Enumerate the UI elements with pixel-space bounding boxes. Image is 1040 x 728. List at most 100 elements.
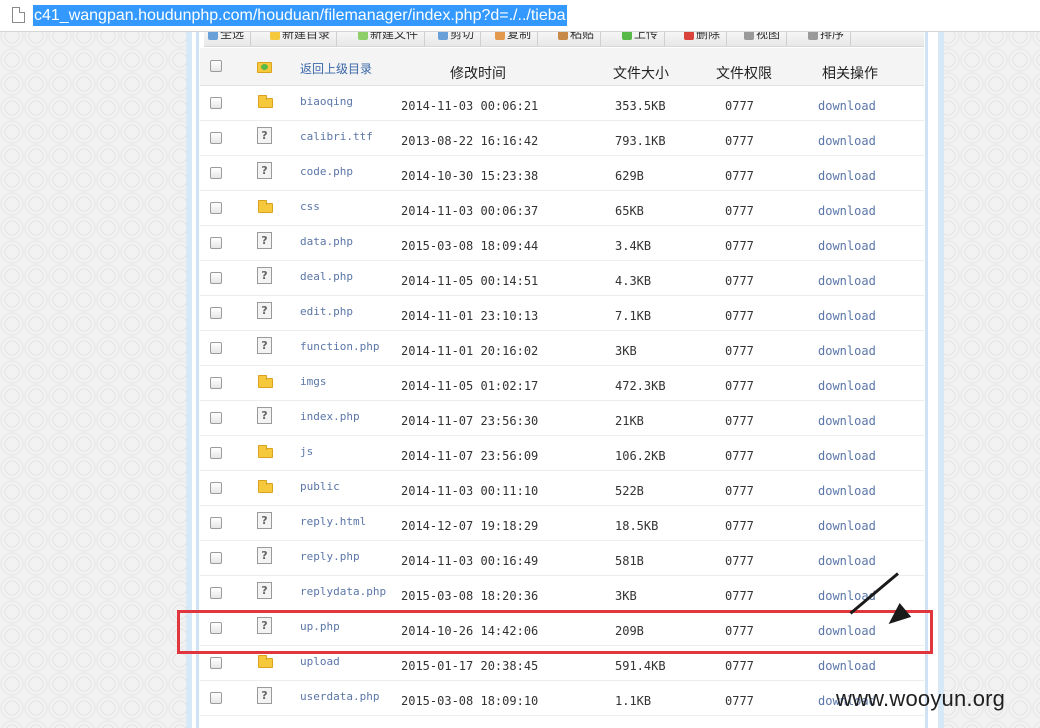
file-permission: 0777 (725, 694, 754, 708)
file-size: 581B (615, 554, 644, 568)
file-size: 3KB (615, 589, 637, 603)
paste-label: 粘贴 (570, 32, 595, 41)
address-bar[interactable]: c41_wangpan.houdunphp.com/houduan/filema… (0, 0, 1040, 32)
paste-button[interactable]: 粘贴 (554, 32, 602, 46)
row-checkbox[interactable] (210, 237, 222, 249)
file-name-link[interactable]: imgs (300, 375, 327, 388)
select-all-button[interactable]: 全选 (204, 32, 252, 46)
file-name-link[interactable]: data.php (300, 235, 353, 248)
table-row: biaoqing 2014-11-03 00:06:21 353.5KB 0777 do… (200, 86, 924, 121)
back-to-parent-link[interactable]: 返回上级目录 (300, 60, 372, 77)
row-checkbox[interactable] (210, 272, 222, 284)
delete-label: 删除 (696, 32, 721, 41)
modified-time: 2014-11-03 00:06:21 (401, 99, 539, 113)
download-link[interactable]: download (818, 519, 876, 533)
row-checkbox[interactable] (210, 377, 222, 389)
table-row: ? data.php 2015-03-08 18:09:44 3.4KB 0777 dow… (200, 226, 924, 261)
file-name-link[interactable]: calibri.ttf (300, 130, 373, 143)
cut-button[interactable]: 剪切 (434, 32, 482, 46)
file-permission: 0777 (725, 99, 754, 113)
download-link[interactable]: download (818, 204, 876, 218)
upload-icon (622, 32, 632, 40)
upload-button[interactable]: 上传 (618, 32, 666, 46)
file-size: 18.5KB (615, 519, 659, 533)
file-name-link[interactable]: replydata.php (300, 585, 386, 598)
file-name-link[interactable]: edit.php (300, 305, 353, 318)
file-name-link[interactable]: index.php (300, 410, 360, 423)
download-link[interactable]: download (818, 484, 876, 498)
delete-button[interactable]: 删除 (680, 32, 728, 46)
header-file-permission: 文件权限 (716, 66, 772, 82)
download-link[interactable]: download (818, 274, 876, 288)
download-link[interactable]: download (818, 379, 876, 393)
file-name-link[interactable]: deal.php (300, 270, 353, 283)
download-link[interactable]: download (818, 309, 876, 323)
row-checkbox[interactable] (210, 412, 222, 424)
file-size: 793.1KB (615, 134, 666, 148)
row-checkbox[interactable] (210, 657, 222, 669)
unknown-file-icon: ? (257, 267, 272, 284)
file-name-link[interactable]: reply.php (300, 550, 360, 563)
file-size: 591.4KB (615, 659, 666, 673)
unknown-file-icon: ? (257, 127, 272, 144)
row-checkbox[interactable] (210, 517, 222, 529)
select-all-checkbox[interactable] (210, 60, 222, 72)
new-file-button[interactable]: 新建文件 (354, 32, 426, 46)
file-name-link[interactable]: userdata.php (300, 690, 379, 703)
unknown-file-icon: ? (257, 407, 272, 424)
download-link[interactable]: download (818, 344, 876, 358)
row-checkbox[interactable] (210, 342, 222, 354)
row-checkbox[interactable] (210, 132, 222, 144)
file-name-link[interactable]: function.php (300, 340, 379, 353)
table-row: ? function.php 2014-11-01 20:16:02 3KB 0777 d… (200, 331, 924, 366)
file-permission: 0777 (725, 379, 754, 393)
download-link[interactable]: download (818, 239, 876, 253)
row-checkbox[interactable] (210, 692, 222, 704)
row-checkbox[interactable] (210, 97, 222, 109)
row-checkbox[interactable] (210, 167, 222, 179)
file-name-link[interactable]: upload (300, 655, 340, 668)
row-checkbox[interactable] (210, 552, 222, 564)
download-link[interactable]: download (818, 449, 876, 463)
row-checkbox[interactable] (210, 202, 222, 214)
download-link[interactable]: download (818, 169, 876, 183)
file-name-link[interactable]: code.php (300, 165, 353, 178)
download-link[interactable]: download (818, 99, 876, 113)
copy-button[interactable]: 复制 (491, 32, 539, 46)
file-name-link[interactable]: css (300, 200, 320, 213)
file-name-link[interactable]: biaoqing (300, 95, 353, 108)
url-text[interactable]: c41_wangpan.houdunphp.com/houduan/filema… (33, 5, 567, 26)
row-checkbox[interactable] (210, 482, 222, 494)
folder-icon (258, 200, 273, 213)
file-permission: 0777 (725, 169, 754, 183)
file-size: 21KB (615, 414, 644, 428)
file-name-link[interactable]: js (300, 445, 313, 458)
file-name-link[interactable]: public (300, 480, 340, 493)
new-folder-button[interactable]: 新建目录 (266, 32, 338, 46)
sort-label: 排序 (820, 32, 845, 41)
file-name-link[interactable]: reply.html (300, 515, 366, 528)
sort-button[interactable]: 排序 (804, 32, 852, 46)
table-row: ? deal.php 2014-11-05 00:14:51 4.3KB 0777 dow… (200, 261, 924, 296)
file-permission: 0777 (725, 589, 754, 603)
download-link[interactable]: download (818, 414, 876, 428)
folder-icon (258, 480, 273, 493)
table-row: ? replydata.php 2015-03-08 18:20:36 3KB 0777… (200, 576, 924, 611)
row-checkbox[interactable] (210, 307, 222, 319)
file-size: 472.3KB (615, 379, 666, 393)
table-row: imgs 2014-11-05 01:02:17 472.3KB 0777 downlo… (200, 366, 924, 401)
row-checkbox[interactable] (210, 447, 222, 459)
file-permission: 0777 (725, 659, 754, 673)
modified-time: 2014-11-03 00:11:10 (401, 484, 539, 498)
modified-time: 2013-08-22 16:16:42 (401, 134, 539, 148)
row-checkbox[interactable] (210, 587, 222, 599)
modified-time: 2015-03-08 18:09:10 (401, 694, 539, 708)
download-link[interactable]: download (818, 659, 876, 673)
download-link[interactable]: download (818, 134, 876, 148)
file-permission: 0777 (725, 554, 754, 568)
new-file-icon (358, 32, 368, 40)
download-link[interactable]: download (818, 554, 876, 568)
modified-time: 2014-11-07 23:56:30 (401, 414, 539, 428)
header-actions: 相关操作 (822, 66, 878, 82)
view-button[interactable]: 视图 (740, 32, 788, 46)
